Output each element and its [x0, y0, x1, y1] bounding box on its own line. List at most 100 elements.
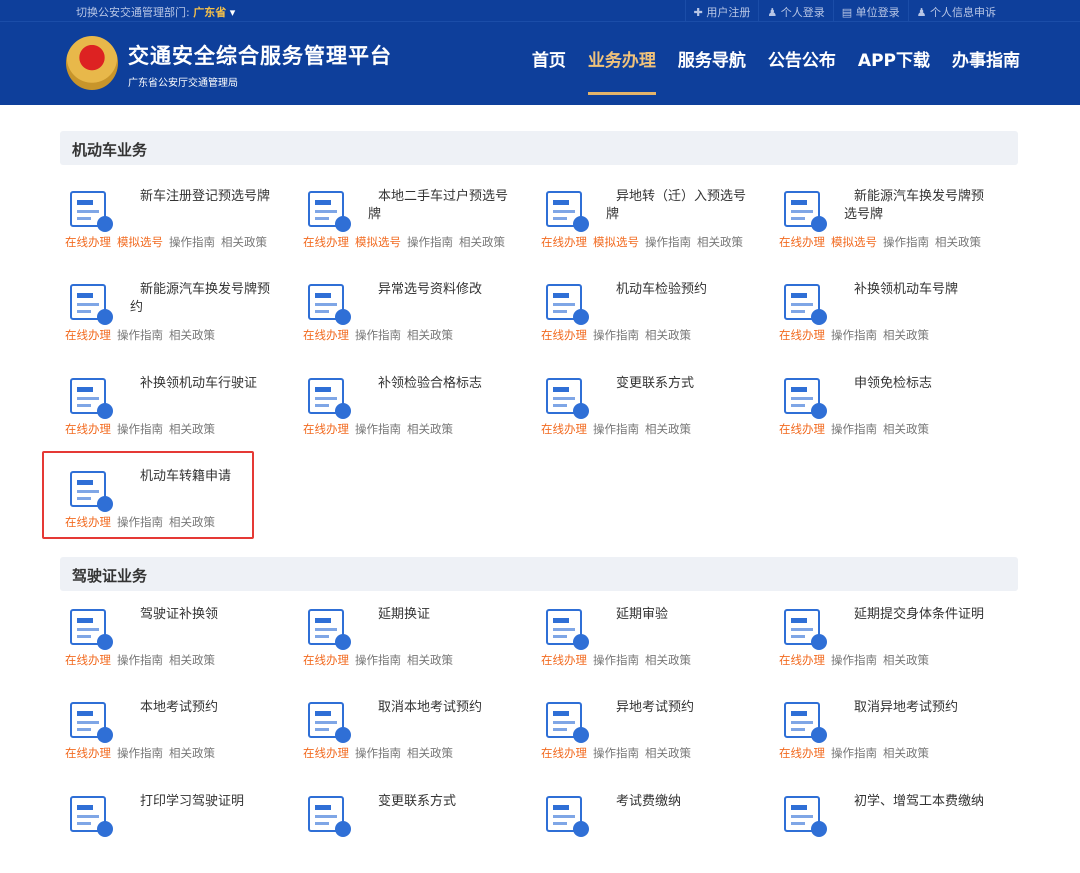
service-link[interactable]: 在线办理: [65, 328, 111, 342]
service-link[interactable]: 在线办理: [779, 653, 825, 667]
service-link[interactable]: 相关政策: [883, 653, 929, 667]
service-link[interactable]: 相关政策: [169, 746, 215, 760]
service-link[interactable]: 相关政策: [883, 422, 929, 436]
service-link[interactable]: 操作指南: [355, 653, 401, 667]
service-link[interactable]: 操作指南: [355, 328, 401, 342]
service-link[interactable]: 在线办理: [303, 422, 349, 436]
service-link[interactable]: 在线办理: [65, 746, 111, 760]
service-title[interactable]: 本地二手车过户预选号牌: [368, 188, 518, 224]
service-link[interactable]: 相关政策: [169, 653, 215, 667]
service-link[interactable]: 在线办理: [779, 235, 825, 249]
service-link[interactable]: 相关政策: [407, 328, 453, 342]
service-title[interactable]: 新车注册登记预选号牌: [130, 188, 280, 206]
service-title[interactable]: 异地考试预约: [606, 699, 756, 717]
service-title[interactable]: 延期提交身体条件证明: [844, 606, 994, 624]
service-link[interactable]: 在线办理: [303, 328, 349, 342]
service-link[interactable]: 相关政策: [459, 235, 505, 249]
service-link[interactable]: 在线办理: [303, 235, 349, 249]
service-link[interactable]: 操作指南: [645, 235, 691, 249]
service-title[interactable]: 打印学习驾驶证明: [130, 793, 280, 811]
service-link[interactable]: 相关政策: [645, 328, 691, 342]
service-link[interactable]: 操作指南: [593, 653, 639, 667]
service-link[interactable]: 操作指南: [355, 422, 401, 436]
service-link[interactable]: 操作指南: [117, 746, 163, 760]
service-link[interactable]: 操作指南: [117, 653, 163, 667]
service-link[interactable]: 操作指南: [831, 653, 877, 667]
service-link[interactable]: 在线办理: [65, 653, 111, 667]
service-title[interactable]: 新能源汽车换发号牌预约: [130, 281, 280, 317]
service-link[interactable]: 在线办理: [779, 746, 825, 760]
service-title[interactable]: 异地转（迁）入预选号牌: [606, 188, 756, 224]
service-title[interactable]: 机动车检验预约: [606, 281, 756, 299]
top-link[interactable]: ♟ 个人信息申诉: [908, 0, 1004, 22]
nav-item[interactable]: 公告公布: [768, 46, 836, 81]
service-title[interactable]: 补领检验合格标志: [368, 375, 518, 393]
service-link[interactable]: 操作指南: [831, 422, 877, 436]
service-link[interactable]: 相关政策: [883, 746, 929, 760]
service-link[interactable]: 相关政策: [407, 653, 453, 667]
service-link[interactable]: 相关政策: [935, 235, 981, 249]
service-title[interactable]: 考试费缴纳: [606, 793, 756, 811]
region-value[interactable]: 广东省: [193, 6, 226, 19]
service-link[interactable]: 模拟选号: [831, 235, 877, 249]
service-link[interactable]: 在线办理: [779, 422, 825, 436]
service-link[interactable]: 相关政策: [407, 422, 453, 436]
service-title[interactable]: 取消异地考试预约: [844, 699, 994, 717]
top-link[interactable]: ♟ 个人登录: [758, 0, 832, 22]
service-title[interactable]: 驾驶证补换领: [130, 606, 280, 624]
service-link[interactable]: 相关政策: [645, 422, 691, 436]
service-link[interactable]: 在线办理: [541, 422, 587, 436]
service-title[interactable]: 取消本地考试预约: [368, 699, 518, 717]
service-link[interactable]: 操作指南: [593, 422, 639, 436]
service-link[interactable]: 操作指南: [831, 328, 877, 342]
service-link[interactable]: 在线办理: [65, 422, 111, 436]
service-link[interactable]: 在线办理: [779, 328, 825, 342]
service-link[interactable]: 在线办理: [541, 328, 587, 342]
service-title[interactable]: 申领免检标志: [844, 375, 994, 393]
top-link[interactable]: ✚ 用户注册: [685, 0, 759, 22]
service-link[interactable]: 相关政策: [169, 328, 215, 342]
service-link[interactable]: 模拟选号: [117, 235, 163, 249]
service-title[interactable]: 变更联系方式: [368, 793, 518, 811]
nav-item[interactable]: 业务办理: [588, 46, 656, 81]
service-link[interactable]: 相关政策: [645, 653, 691, 667]
service-link[interactable]: 相关政策: [697, 235, 743, 249]
service-title[interactable]: 变更联系方式: [606, 375, 756, 393]
service-title[interactable]: 延期审验: [606, 606, 756, 624]
service-link[interactable]: 相关政策: [645, 746, 691, 760]
service-link[interactable]: 相关政策: [407, 746, 453, 760]
service-link[interactable]: 在线办理: [65, 235, 111, 249]
service-link[interactable]: 操作指南: [355, 746, 401, 760]
service-link[interactable]: 相关政策: [221, 235, 267, 249]
service-link[interactable]: 在线办理: [541, 746, 587, 760]
service-link[interactable]: 模拟选号: [355, 235, 401, 249]
service-title[interactable]: 补换领机动车号牌: [844, 281, 994, 299]
service-link[interactable]: 操作指南: [117, 328, 163, 342]
service-link[interactable]: 操作指南: [831, 746, 877, 760]
nav-item[interactable]: 办事指南: [952, 46, 1020, 81]
service-link[interactable]: 在线办理: [541, 653, 587, 667]
top-link[interactable]: ▤ 单位登录: [833, 0, 908, 22]
service-link[interactable]: 操作指南: [407, 235, 453, 249]
service-link[interactable]: 操作指南: [593, 746, 639, 760]
service-link[interactable]: 操作指南: [883, 235, 929, 249]
service-title[interactable]: 新能源汽车换发号牌预选号牌: [844, 188, 994, 224]
region-switch[interactable]: 切换公安交通管理部门: 广东省 ▾: [76, 4, 235, 20]
service-link[interactable]: 在线办理: [541, 235, 587, 249]
service-title[interactable]: 初学、增驾工本费缴纳: [844, 793, 994, 811]
service-title[interactable]: 异常选号资料修改: [368, 281, 518, 299]
service-link[interactable]: 模拟选号: [593, 235, 639, 249]
service-link[interactable]: 操作指南: [169, 235, 215, 249]
service-title[interactable]: 本地考试预约: [130, 699, 280, 717]
nav-item[interactable]: 服务导航: [678, 46, 746, 81]
nav-item[interactable]: APP下载: [858, 46, 930, 81]
service-link[interactable]: 相关政策: [883, 328, 929, 342]
nav-item[interactable]: 首页: [532, 46, 566, 81]
service-link[interactable]: 相关政策: [169, 422, 215, 436]
service-link[interactable]: 在线办理: [303, 746, 349, 760]
service-link[interactable]: 操作指南: [117, 422, 163, 436]
service-title[interactable]: 补换领机动车行驶证: [130, 375, 280, 393]
service-link[interactable]: 在线办理: [303, 653, 349, 667]
service-title[interactable]: 延期换证: [368, 606, 518, 624]
service-link[interactable]: 操作指南: [593, 328, 639, 342]
